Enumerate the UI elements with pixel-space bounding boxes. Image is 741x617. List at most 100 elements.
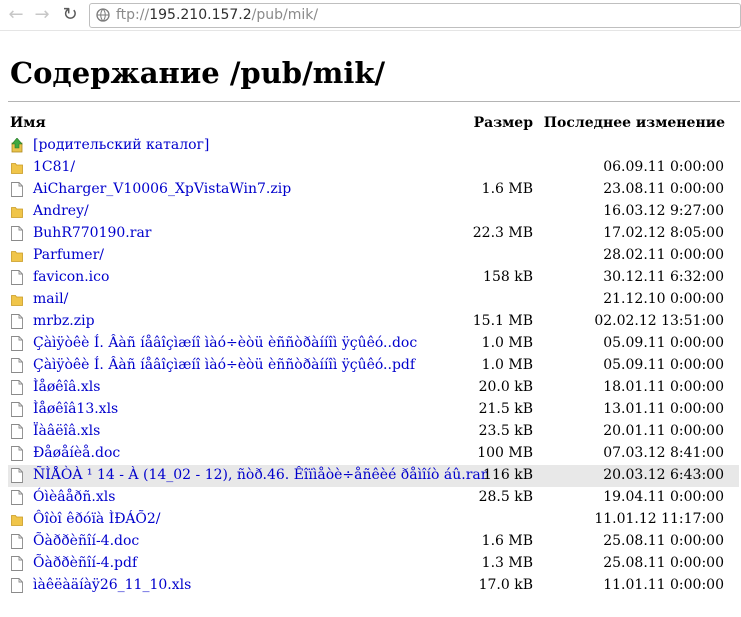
- file-row: Çàìÿòêè Í. Âàñ íåâîçìæíî ìàó÷èòü èññòðàí…: [8, 333, 739, 355]
- file-icon: [11, 182, 23, 197]
- file-link[interactable]: Ìåøêîâ.xls: [33, 379, 100, 395]
- modified-date: 30.12.11 6:32:00: [603, 269, 724, 285]
- url-text[interactable]: ftp://195.210.157.2/pub/mik/: [116, 7, 318, 23]
- modified-date: 25.08.11 0:00:00: [603, 533, 724, 549]
- folder-icon: [11, 160, 23, 175]
- folder-link[interactable]: Ôîòî êðóïà ÌÐÁÕ2/: [33, 511, 161, 527]
- back-arrow-icon[interactable]: ←: [6, 5, 26, 25]
- file-link[interactable]: Õàððèñîí-4.doc: [33, 533, 139, 549]
- file-link[interactable]: BuhR770190.rar: [33, 225, 152, 241]
- file-row: Óìèâåðñ.xls 28.5 kB 19.04.11 0:00:00: [8, 487, 739, 509]
- file-link[interactable]: AiCharger_V10006_XpVistaWin7.zip: [33, 181, 291, 197]
- divider: [8, 101, 740, 102]
- file-row: AiCharger_V10006_XpVistaWin7.zip 1.6 MB 23…: [8, 179, 739, 201]
- modified-date: 11.01.12 11:17:00: [594, 511, 724, 527]
- page-title: Содержание /pub/mik/: [10, 56, 386, 90]
- folder-link[interactable]: mail/: [33, 291, 68, 307]
- file-row: Çàìÿòêè Í. Âàñ íåâîçìæíî ìàó÷èòü èññòðàí…: [8, 355, 739, 377]
- modified-date: 19.04.11 0:00:00: [603, 489, 724, 505]
- file-link[interactable]: Ìåøêîâ13.xls: [33, 401, 118, 417]
- file-size: 158 kB: [483, 269, 533, 285]
- modified-date: 18.01.11 0:00:00: [603, 379, 724, 395]
- file-icon: [11, 534, 23, 549]
- modified-date: 16.03.12 9:27:00: [603, 203, 724, 219]
- file-size: 1.0 MB: [481, 335, 533, 351]
- file-link[interactable]: ìàêëàäíàÿ26_11_10.xls: [33, 577, 191, 593]
- browser-toolbar: ← → ↻ ftp://195.210.157.2/pub/mik/: [0, 0, 741, 31]
- modified-date: 05.09.11 0:00:00: [603, 357, 724, 373]
- column-header-date[interactable]: Последнее изменение: [544, 115, 725, 131]
- file-icon: [11, 402, 23, 417]
- file-row: Ïàâëîâ.xls 23.5 kB 20.01.11 0:00:00: [8, 421, 739, 443]
- file-size: 1.6 MB: [481, 533, 533, 549]
- modified-date: 11.01.11 0:00:00: [603, 577, 724, 593]
- file-icon: [11, 578, 23, 593]
- modified-date: 21.12.10 0:00:00: [603, 291, 724, 307]
- page-icon: [96, 8, 110, 22]
- modified-date: 07.03.12 8:41:00: [603, 445, 724, 461]
- address-bar[interactable]: ftp://195.210.157.2/pub/mik/: [89, 3, 741, 28]
- file-icon: [11, 424, 23, 439]
- parent-directory-link[interactable]: [родительский каталог]: [33, 137, 209, 153]
- file-row: Ìåøêîâ.xls 20.0 kB 18.01.11 0:00:00: [8, 377, 739, 399]
- file-link[interactable]: favicon.ico: [33, 269, 109, 285]
- modified-date: 17.02.12 8:05:00: [603, 225, 724, 241]
- file-size: 1.3 MB: [481, 555, 533, 571]
- parent-directory-icon: [11, 137, 23, 153]
- folder-row: Andrey/16.03.12 9:27:00: [8, 201, 739, 223]
- file-size: 20.0 kB: [478, 379, 533, 395]
- modified-date: 06.09.11 0:00:00: [603, 159, 724, 175]
- file-link[interactable]: Ïàâëîâ.xls: [33, 423, 100, 439]
- file-row: favicon.ico 158 kB 30.12.11 6:32:00: [8, 267, 739, 289]
- file-row: Õàððèñîí-4.pdf 1.3 MB 25.08.11 0:00:00: [8, 553, 739, 575]
- file-row: ìàêëàäíàÿ26_11_10.xls 17.0 kB 11.01.11 0:0…: [8, 575, 739, 597]
- file-link[interactable]: Óìèâåðñ.xls: [33, 489, 115, 505]
- modified-date: 02.02.12 13:51:00: [594, 313, 724, 329]
- file-icon: [11, 446, 23, 461]
- folder-icon: [11, 248, 23, 263]
- file-icon: [11, 358, 23, 373]
- folder-row: Parfumer/28.02.11 0:00:00: [8, 245, 739, 267]
- file-size: 116 kB: [483, 467, 533, 483]
- folder-link[interactable]: Parfumer/: [33, 247, 104, 263]
- column-header-size[interactable]: Размер: [474, 115, 533, 131]
- folder-link[interactable]: Andrey/: [33, 203, 89, 219]
- file-icon: [11, 490, 23, 505]
- folder-link[interactable]: 1C81/: [33, 159, 75, 175]
- file-size: 15.1 MB: [472, 313, 533, 329]
- file-size: 1.6 MB: [481, 181, 533, 197]
- file-row: BuhR770190.rar 22.3 MB 17.02.12 8:05:00: [8, 223, 739, 245]
- file-icon: [11, 556, 23, 571]
- file-row: Õàððèñîí-4.doc 1.6 MB 25.08.11 0:00:00: [8, 531, 739, 553]
- modified-date: 20.03.12 6:43:00: [603, 467, 724, 483]
- file-size: 1.0 MB: [481, 357, 533, 373]
- file-size: 22.3 MB: [472, 225, 533, 241]
- folder-row: mail/21.12.10 0:00:00: [8, 289, 739, 311]
- reload-icon[interactable]: ↻: [60, 5, 80, 25]
- file-size: 100 MB: [477, 445, 533, 461]
- forward-arrow-icon[interactable]: →: [32, 5, 52, 25]
- folder-row: Ôîòî êðóïà ÌÐÁÕ2/11.01.12 11:17:00: [8, 509, 739, 531]
- folder-icon: [11, 292, 23, 307]
- modified-date: 05.09.11 0:00:00: [603, 335, 724, 351]
- folder-icon: [11, 512, 23, 527]
- file-link[interactable]: mrbz.zip: [33, 313, 95, 329]
- file-link[interactable]: ÑÌÅÒÀ ¹ 14 - À (14_02 - 12), ñòð.46. Êîï…: [33, 467, 487, 483]
- file-size: 17.0 kB: [478, 577, 533, 593]
- file-icon: [11, 314, 23, 329]
- file-size: 23.5 kB: [478, 423, 533, 439]
- folder-icon: [11, 204, 23, 219]
- file-link[interactable]: Õàððèñîí-4.pdf: [33, 555, 137, 571]
- file-size: 21.5 kB: [478, 401, 533, 417]
- file-size: 28.5 kB: [478, 489, 533, 505]
- file-row: mrbz.zip 15.1 MB 02.02.12 13:51:00: [8, 311, 739, 333]
- file-link[interactable]: Ðåøåíèå.doc: [33, 445, 120, 461]
- file-link[interactable]: Çàìÿòêè Í. Âàñ íåâîçìæíî ìàó÷èòü èññòðàí…: [33, 357, 415, 373]
- modified-date: 23.08.11 0:00:00: [603, 181, 724, 197]
- column-header-name[interactable]: Имя: [10, 115, 46, 131]
- parent-directory-row: [родительский каталог]: [8, 135, 739, 157]
- file-row: ÑÌÅÒÀ ¹ 14 - À (14_02 - 12), ñòð.46. Êîï…: [8, 465, 739, 487]
- file-link[interactable]: Çàìÿòêè Í. Âàñ íåâîçìæíî ìàó÷èòü èññòðàí…: [33, 335, 417, 351]
- file-icon: [11, 380, 23, 395]
- folder-row: 1C81/06.09.11 0:00:00: [8, 157, 739, 179]
